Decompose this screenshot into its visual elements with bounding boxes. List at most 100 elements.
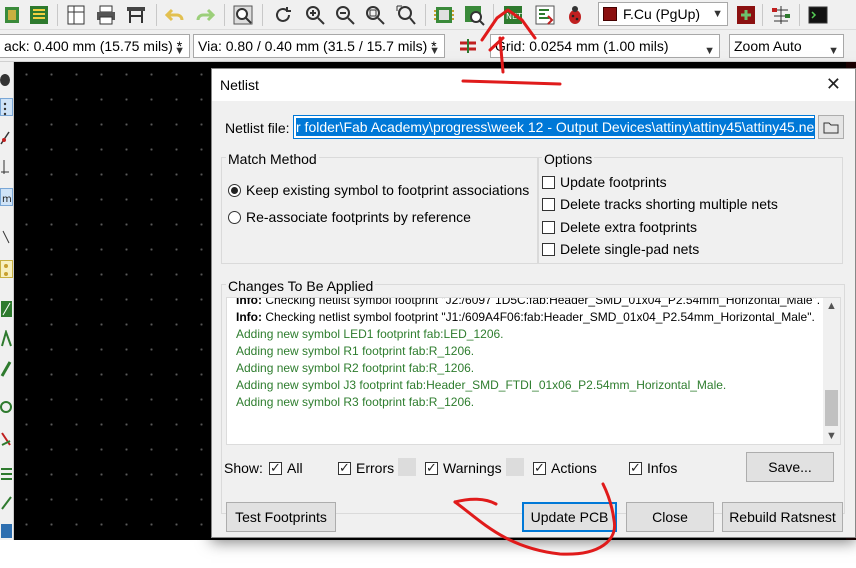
svg-text:m: m: [2, 194, 12, 205]
log-scrollbar[interactable]: ▲ ▼: [823, 298, 840, 444]
layer-select[interactable]: F.Cu (PgUp) ▼: [598, 2, 728, 26]
chevron-down-icon: ▼: [704, 45, 715, 57]
delete-single-pad-nets-checkbox[interactable]: Delete single-pad nets: [542, 241, 699, 257]
drc-bug-icon[interactable]: [562, 2, 588, 28]
update-footprints-checkbox[interactable]: Update footprints: [542, 174, 667, 190]
scroll-down-icon[interactable]: ▼: [826, 430, 837, 442]
log-line: Adding new symbol LED1 footprint fab:LED…: [236, 327, 504, 341]
footprint-viewer-icon[interactable]: [461, 2, 487, 28]
track-width-select[interactable]: ack: 0.400 mm (15.75 mils) * ▼: [0, 34, 190, 58]
show-actions-checkbox[interactable]: Actions: [533, 460, 597, 476]
browse-folder-button[interactable]: [818, 115, 844, 139]
options-toolbar: ack: 0.400 mm (15.75 mils) * ▼ Via: 0.80…: [0, 30, 856, 62]
refresh-icon[interactable]: [270, 2, 296, 28]
drc-marker-icon[interactable]: [0, 70, 13, 88]
rebuild-ratsnest-button[interactable]: Rebuild Ratsnest: [722, 502, 843, 532]
changes-title: Changes To Be Applied: [226, 278, 376, 294]
layer-manager-icon[interactable]: [768, 2, 794, 28]
redo-icon[interactable]: [192, 2, 218, 28]
zoom-selection-icon[interactable]: [393, 2, 419, 28]
track-via-sizes-icon[interactable]: [455, 33, 481, 59]
test-footprints-button[interactable]: Test Footprints: [226, 502, 336, 532]
svg-text:NET: NET: [506, 12, 522, 21]
keep-associations-radio[interactable]: Keep existing symbol to footprint associ…: [228, 182, 529, 198]
show-label: Show:: [224, 460, 263, 476]
footprint-icon[interactable]: [0, 2, 26, 28]
scroll-up-icon[interactable]: ▲: [826, 300, 837, 312]
pad-display-icon[interactable]: [0, 328, 13, 348]
radio-label: Keep existing symbol to footprint associ…: [246, 182, 530, 198]
checkbox-label: All: [287, 460, 303, 476]
undo-icon[interactable]: [162, 2, 188, 28]
via-display-icon[interactable]: [0, 360, 13, 378]
save-button[interactable]: Save...: [746, 452, 834, 482]
footprint-tree-icon[interactable]: [0, 522, 13, 540]
netlist-dialog: Netlist ✕ Netlist file: r folder\Fab Aca…: [211, 68, 856, 538]
log-line: Adding new symbol R1 footprint fab:R_120…: [236, 344, 475, 358]
show-all-checkbox[interactable]: All: [269, 460, 303, 476]
delete-shorting-tracks-checkbox[interactable]: Delete tracks shorting multiple nets: [542, 196, 778, 212]
checkbox-label: Delete tracks shorting multiple nets: [560, 196, 778, 212]
log-line: Adding new symbol R3 footprint fab:R_120…: [236, 395, 475, 409]
changes-log[interactable]: Info: Checking netlist symbol footprint …: [226, 297, 841, 445]
checkbox-box: [542, 175, 555, 189]
netlist-file-value: r folder\Fab Academy\progress\week 12 - …: [296, 118, 814, 136]
metric-units-icon[interactable]: m: [0, 188, 13, 206]
scripting-console-icon[interactable]: [805, 2, 831, 28]
netlist-icon[interactable]: NET: [500, 2, 526, 28]
update-pcb-button[interactable]: Update PCB: [522, 502, 617, 532]
folder-icon: [823, 122, 839, 134]
cursor-shape-icon[interactable]: [0, 228, 13, 246]
log-line: Info: Checking netlist symbol footprint …: [236, 310, 815, 324]
show-warnings-checkbox[interactable]: Warnings: [425, 460, 502, 476]
print-icon[interactable]: [93, 2, 119, 28]
checkbox-box: [542, 220, 555, 234]
via-size-select[interactable]: Via: 0.80 / 0.40 mm (31.5 / 15.7 mils) *…: [193, 34, 445, 58]
checkbox-box: [533, 460, 546, 476]
pcb-layout-icon[interactable]: [26, 2, 52, 28]
zoom-out-icon[interactable]: [332, 2, 358, 28]
layer-color-swatch: [603, 7, 617, 21]
close-button[interactable]: Close: [626, 502, 714, 532]
dialog-titlebar: Netlist ✕: [212, 69, 855, 101]
layer-select-value: F.Cu (PgUp): [623, 6, 701, 22]
checkbox-label: Delete single-pad nets: [560, 241, 700, 257]
checkbox-box: [542, 242, 555, 256]
netlist-file-input[interactable]: r folder\Fab Academy\progress\week 12 - …: [293, 115, 815, 139]
log-line: Adding new symbol R2 footprint fab:R_120…: [236, 361, 475, 375]
close-icon[interactable]: ✕: [826, 74, 841, 95]
zoom-fit-icon[interactable]: [362, 2, 388, 28]
units-icon[interactable]: [0, 158, 13, 176]
checkbox-label: Errors: [356, 460, 395, 476]
left-toolbar: m: [0, 62, 14, 540]
reassociate-radio[interactable]: Re-associate footprints by reference: [228, 209, 471, 225]
find-icon[interactable]: [230, 2, 256, 28]
checkbox-label: Actions: [551, 460, 597, 476]
high-contrast-icon[interactable]: [0, 430, 13, 448]
layers-manager-toggle-icon[interactable]: [0, 464, 13, 482]
radio-indicator: [228, 183, 241, 197]
zone-display-icon[interactable]: [0, 300, 13, 318]
grid-toggle-icon[interactable]: [0, 98, 13, 116]
checkbox-box: [338, 460, 351, 476]
footprint-editor-icon[interactable]: [431, 2, 457, 28]
ratsnest-icon[interactable]: [0, 260, 13, 278]
scroll-thumb[interactable]: [825, 390, 838, 426]
show-errors-checkbox[interactable]: Errors: [338, 460, 394, 476]
page-settings-icon[interactable]: [63, 2, 89, 28]
zoom-in-icon[interactable]: [302, 2, 328, 28]
checkbox-label: Infos: [647, 460, 678, 476]
track-display-icon[interactable]: [0, 398, 13, 416]
delete-extra-footprints-checkbox[interactable]: Delete extra footprints: [542, 219, 697, 235]
microwave-tools-icon[interactable]: [0, 494, 13, 512]
options-title: Options: [542, 151, 595, 167]
zoom-select[interactable]: Zoom Auto ▼: [729, 34, 844, 58]
layer-pair-icon[interactable]: [733, 2, 759, 28]
plot-icon[interactable]: [123, 2, 149, 28]
update-from-schematic-icon[interactable]: [532, 2, 558, 28]
chevron-down-icon: ▼: [712, 8, 723, 20]
grid-select[interactable]: Grid: 0.0254 mm (1.00 mils) ▼: [490, 34, 720, 58]
checkbox-box: [425, 460, 438, 476]
polar-coords-icon[interactable]: [0, 128, 13, 146]
show-infos-checkbox[interactable]: Infos: [629, 460, 677, 476]
